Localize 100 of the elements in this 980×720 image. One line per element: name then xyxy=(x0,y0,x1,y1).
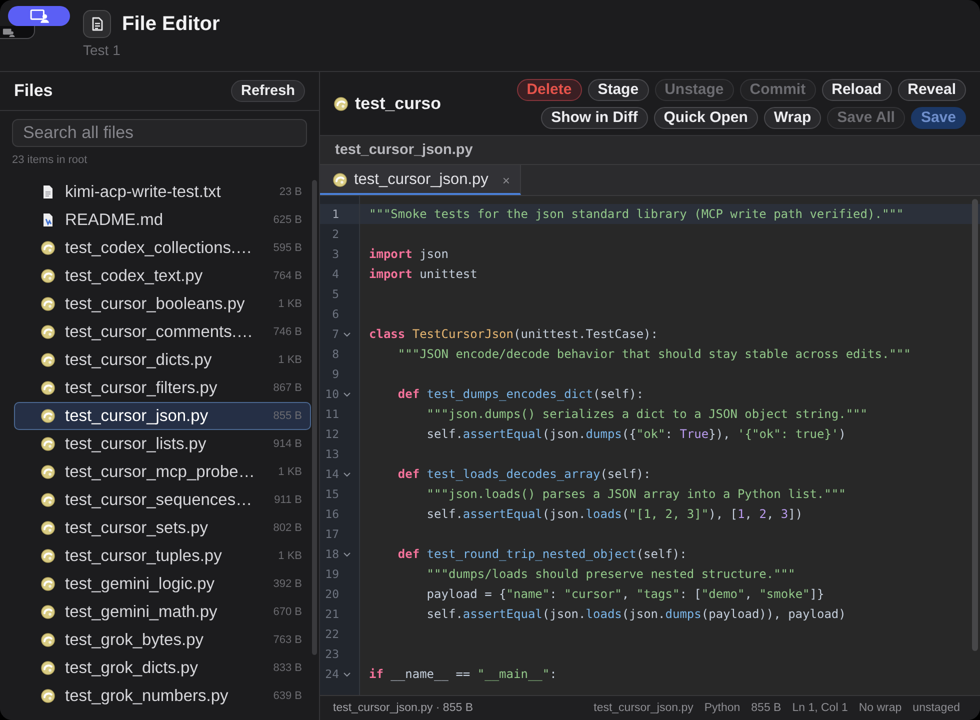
file-item[interactable]: test_cursor_filters.py 867 B xyxy=(14,374,311,402)
file-name: test_grok_bytes.py xyxy=(65,630,204,650)
python-file-icon xyxy=(41,353,55,367)
file-name: test_grok_numbers.py xyxy=(65,686,228,706)
line-number: 3 xyxy=(331,247,339,261)
code-line: import unittest xyxy=(369,267,478,281)
refresh-button[interactable]: Refresh xyxy=(231,80,305,102)
scrollbar-thumb[interactable] xyxy=(312,180,317,655)
file-item[interactable]: test_cursor_sets.py 802 B xyxy=(14,514,311,542)
file-name: test_cursor_filters.py xyxy=(65,378,218,398)
file-size: 625 B xyxy=(272,214,302,226)
file-item[interactable]: test_cursor_comments.… 746 B xyxy=(14,318,311,346)
line-number: 19 xyxy=(324,567,339,581)
file-item[interactable]: test_grok_numbers.py 639 B xyxy=(14,682,311,710)
status-item: test_cursor_json.py xyxy=(594,702,694,714)
file-size: 23 B xyxy=(278,186,302,198)
file-item[interactable]: test_cursor_mcp_probe… 1 KB xyxy=(14,458,311,486)
python-file-icon xyxy=(41,605,55,619)
file-name: test_cursor_lists.py xyxy=(65,434,206,454)
file-item[interactable]: test_grok_dicts.py 833 B xyxy=(14,654,311,682)
chevron-icon[interactable] xyxy=(343,672,351,676)
file-name: test_gemini_math.py xyxy=(65,602,218,622)
chevron-icon[interactable] xyxy=(343,332,351,336)
file-name: test_codex_text.py xyxy=(65,266,203,286)
editor-tab[interactable]: test_cursor_json.py × xyxy=(320,165,521,195)
chevron-icon[interactable] xyxy=(343,392,351,396)
file-item[interactable]: test_grok_bytes.py 763 B xyxy=(14,626,311,654)
window-subtitle: Test 1 xyxy=(83,41,120,59)
toolbar-button[interactable]: Reveal xyxy=(898,78,966,100)
status-item: unstaged xyxy=(912,702,960,714)
chevron-icon[interactable] xyxy=(343,472,351,476)
file-size: 746 B xyxy=(272,326,302,338)
file-size: 670 B xyxy=(272,606,302,618)
file-item[interactable]: test_gemini_math.py 670 B xyxy=(14,598,311,626)
code-line: if __name__ == "__main__": xyxy=(369,667,557,681)
line-number: 20 xyxy=(324,587,339,601)
python-file-icon xyxy=(41,549,55,563)
file-name: test_cursor_comments.… xyxy=(65,322,253,342)
monitor-person-icon xyxy=(2,28,15,37)
toolbar-button[interactable]: Delete xyxy=(516,78,582,100)
file-name: test_cursor_tuples.py xyxy=(65,546,222,566)
file-item[interactable]: test_codex_collections.… 595 B xyxy=(14,234,311,262)
search-field[interactable]: Search all files xyxy=(12,119,307,147)
status-item: Ln 1, Col 1 xyxy=(792,702,848,714)
file-item[interactable]: test_cursor_booleans.py 1 KB xyxy=(14,290,311,318)
code-line: """Smoke tests for the json standard library (MCP write path verified).""" xyxy=(369,207,904,221)
toolbar-button[interactable]: Quick Open xyxy=(654,106,758,128)
code-line: """json.dumps() serializes a dict to a JSON object string.""" xyxy=(426,407,868,421)
file-size: 764 B xyxy=(272,270,302,282)
toolbar-button[interactable]: Reload xyxy=(822,78,892,100)
line-number: 1 xyxy=(331,207,339,221)
breadcrumb: test_cursor_json.py xyxy=(335,142,473,158)
python-file-icon xyxy=(41,465,55,479)
file-name: README.md xyxy=(65,210,164,230)
file-title: test_curso xyxy=(355,94,441,114)
scrollbar-thumb[interactable] xyxy=(972,199,978,651)
code-line: """json.loads() parses a JSON array into a Python list.""" xyxy=(426,487,846,501)
python-file-icon xyxy=(41,269,55,283)
file-item[interactable]: test_cursor_sequences… 911 B xyxy=(14,486,311,514)
device-button[interactable] xyxy=(0,26,35,39)
code-line: self.assertEqual(json.dumps({"ok": True}), '{"ok": true}') xyxy=(426,427,846,441)
file-item[interactable]: test_codex_text.py 764 B xyxy=(14,262,311,290)
file-item[interactable]: test_cursor_dicts.py 1 KB xyxy=(14,346,311,374)
toolbar-button[interactable]: Show in Diff xyxy=(541,106,648,128)
file-size: 855 B xyxy=(272,410,302,422)
python-file-icon xyxy=(41,689,55,703)
python-file-icon xyxy=(333,173,347,187)
line-number: 17 xyxy=(324,527,339,541)
python-file-icon xyxy=(41,437,55,451)
file-size: 1 KB xyxy=(277,466,302,478)
file-size: 1 KB xyxy=(277,354,302,366)
file-item[interactable]: test_cursor_lists.py 914 B xyxy=(14,430,311,458)
line-number: 21 xyxy=(324,607,339,621)
file-size: 1 KB xyxy=(277,298,302,310)
code-line: """JSON encode/decode behavior that should stay stable across edits.""" xyxy=(396,347,911,361)
line-number: 16 xyxy=(324,507,339,521)
line-number: 4 xyxy=(331,267,339,281)
line-number: 14 xyxy=(324,467,339,481)
line-number: 23 xyxy=(324,647,339,661)
python-file-icon xyxy=(41,325,55,339)
file-name: test_codex_collections.… xyxy=(65,238,252,258)
file-size: 1 KB xyxy=(277,550,302,562)
status-item: 855 B xyxy=(751,702,782,714)
file-item[interactable]: test_cursor_json.py 855 B xyxy=(14,402,311,430)
chevron-icon[interactable] xyxy=(343,552,351,556)
toolbar-button[interactable]: Wrap xyxy=(764,106,822,128)
file-item[interactable]: README.md 625 B xyxy=(14,206,311,234)
file-item[interactable]: test_gemini_logic.py 392 B xyxy=(14,570,311,598)
line-number: 15 xyxy=(324,487,339,501)
python-file-icon xyxy=(41,241,55,255)
line-number: 12 xyxy=(324,427,339,441)
toolbar-button[interactable]: Stage xyxy=(588,78,649,100)
screen-share-button[interactable] xyxy=(8,6,70,26)
status-item: No wrap xyxy=(858,702,902,714)
close-button[interactable]: × xyxy=(498,172,514,188)
line-number: 18 xyxy=(324,547,339,561)
python-file-icon xyxy=(41,409,55,423)
file-item[interactable]: kimi-acp-write-test.txt 23 B xyxy=(14,178,311,206)
line-number: 22 xyxy=(324,627,339,641)
file-item[interactable]: test_cursor_tuples.py 1 KB xyxy=(14,542,311,570)
